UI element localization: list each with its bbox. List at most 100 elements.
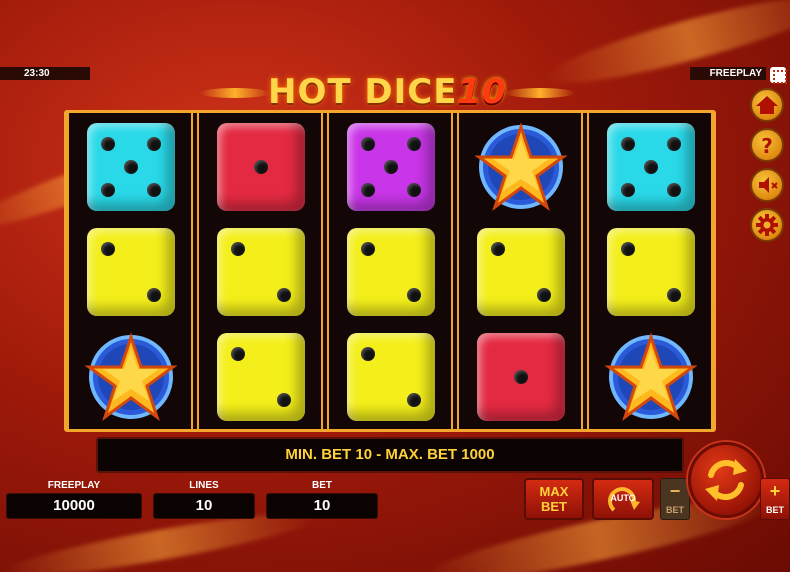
die-pip bbox=[621, 242, 635, 256]
die-pip bbox=[407, 183, 421, 197]
die-pip bbox=[537, 288, 551, 302]
die-pip bbox=[361, 242, 375, 256]
reel-symbol bbox=[199, 113, 325, 218]
die-pip bbox=[231, 242, 245, 256]
reel-symbol bbox=[199, 323, 325, 428]
die-pip bbox=[667, 288, 681, 302]
spin-arrows-icon bbox=[705, 459, 747, 501]
reel-symbol bbox=[459, 218, 585, 323]
dice-1-red-icon bbox=[477, 333, 565, 421]
clock-display: 23:30 bbox=[0, 67, 90, 80]
bet-increase-button[interactable]: + BET bbox=[760, 478, 790, 520]
reel-5 bbox=[587, 113, 713, 429]
minus-icon: − bbox=[669, 481, 681, 501]
bet-value: 10 bbox=[266, 493, 378, 519]
bet-decrease-button[interactable]: − BET bbox=[660, 478, 690, 520]
dice-2-yellow-icon bbox=[347, 228, 435, 316]
die-pip bbox=[644, 160, 658, 174]
reel-symbol bbox=[459, 113, 585, 218]
freeplay-balance: 10000 bbox=[6, 493, 142, 519]
lines-value: 10 bbox=[153, 493, 255, 519]
die-pip bbox=[361, 137, 375, 151]
die-pip bbox=[124, 160, 138, 174]
reel-symbol bbox=[589, 218, 715, 323]
reel-symbol bbox=[329, 218, 455, 323]
reel-symbol bbox=[589, 323, 715, 428]
settings-gear-icon bbox=[756, 214, 778, 236]
reel-symbol bbox=[459, 323, 585, 428]
help-button[interactable]: ? bbox=[750, 128, 784, 162]
reel-symbol bbox=[589, 113, 715, 218]
die-pip bbox=[407, 393, 421, 407]
reel-symbol bbox=[69, 323, 195, 428]
die-pip bbox=[491, 242, 505, 256]
reel-symbol bbox=[329, 113, 455, 218]
plus-icon: + bbox=[769, 481, 781, 501]
freeplay-label: FREEPLAY bbox=[47, 480, 101, 491]
home-button[interactable] bbox=[750, 88, 784, 122]
dice-2-yellow-icon bbox=[217, 228, 305, 316]
reel-4 bbox=[457, 113, 583, 429]
reel-2 bbox=[197, 113, 323, 429]
bet-increase-label: BET bbox=[766, 505, 784, 515]
max-bet-button[interactable]: MAX BET bbox=[524, 478, 584, 520]
die-pip bbox=[101, 242, 115, 256]
die-pip bbox=[147, 137, 161, 151]
die-pip bbox=[384, 160, 398, 174]
reel-symbol bbox=[69, 218, 195, 323]
dice-2-yellow-icon bbox=[87, 228, 175, 316]
die-pip bbox=[667, 137, 681, 151]
dice-2-yellow-icon bbox=[607, 228, 695, 316]
reel-3 bbox=[327, 113, 453, 429]
bet-limits-banner: MIN. BET 10 - MAX. BET 1000 bbox=[96, 437, 684, 473]
autoplay-label: AUTO bbox=[610, 493, 636, 503]
fullscreen-icon[interactable] bbox=[770, 67, 787, 84]
play-mode-label: FREEPLAY bbox=[690, 67, 766, 80]
die-pip bbox=[407, 288, 421, 302]
die-pip bbox=[254, 160, 268, 174]
autoplay-button[interactable]: AUTO bbox=[592, 478, 654, 520]
die-pip bbox=[147, 183, 161, 197]
logo-text: HOT DICE bbox=[268, 72, 458, 112]
dice-2-yellow-icon bbox=[347, 333, 435, 421]
bet-label: BET bbox=[312, 480, 332, 491]
die-pip bbox=[147, 288, 161, 302]
reel-symbol bbox=[329, 323, 455, 428]
spin-button[interactable] bbox=[688, 442, 764, 518]
die-pip bbox=[667, 183, 681, 197]
svg-text:?: ? bbox=[761, 134, 773, 158]
background-flame bbox=[539, 0, 790, 99]
die-pip bbox=[407, 137, 421, 151]
max-bet-label-top: MAX bbox=[539, 484, 569, 499]
game-logo: HOT DICE10 bbox=[268, 72, 518, 112]
sound-button[interactable] bbox=[750, 168, 784, 202]
die-pip bbox=[277, 393, 291, 407]
max-bet-label-bottom: BET bbox=[541, 499, 567, 514]
reel-symbol bbox=[199, 218, 325, 323]
die-pip bbox=[101, 137, 115, 151]
die-pip bbox=[101, 183, 115, 197]
die-pip bbox=[361, 347, 375, 361]
dice-2-yellow-icon bbox=[477, 228, 565, 316]
dice-5-cyan-icon bbox=[607, 123, 695, 211]
reel-area bbox=[64, 110, 716, 432]
reel-symbol bbox=[69, 113, 195, 218]
logo-flame-left bbox=[200, 88, 270, 98]
die-pip bbox=[277, 288, 291, 302]
die-pip bbox=[361, 183, 375, 197]
dice-2-yellow-icon bbox=[217, 333, 305, 421]
die-pip bbox=[231, 347, 245, 361]
dice-5-purple-icon bbox=[347, 123, 435, 211]
lines-label: LINES bbox=[189, 480, 219, 491]
star-scatter-icon bbox=[604, 332, 698, 421]
dice-1-red-icon bbox=[217, 123, 305, 211]
logo-number: 10 bbox=[457, 72, 507, 112]
sound-muted-icon bbox=[759, 177, 778, 193]
die-pip bbox=[621, 137, 635, 151]
die-pip bbox=[514, 370, 528, 384]
settings-button[interactable] bbox=[750, 208, 784, 242]
bet-decrease-label: BET bbox=[666, 505, 684, 515]
reel-1 bbox=[67, 113, 193, 429]
dice-5-cyan-icon bbox=[87, 123, 175, 211]
help-icon: ? bbox=[761, 134, 773, 158]
